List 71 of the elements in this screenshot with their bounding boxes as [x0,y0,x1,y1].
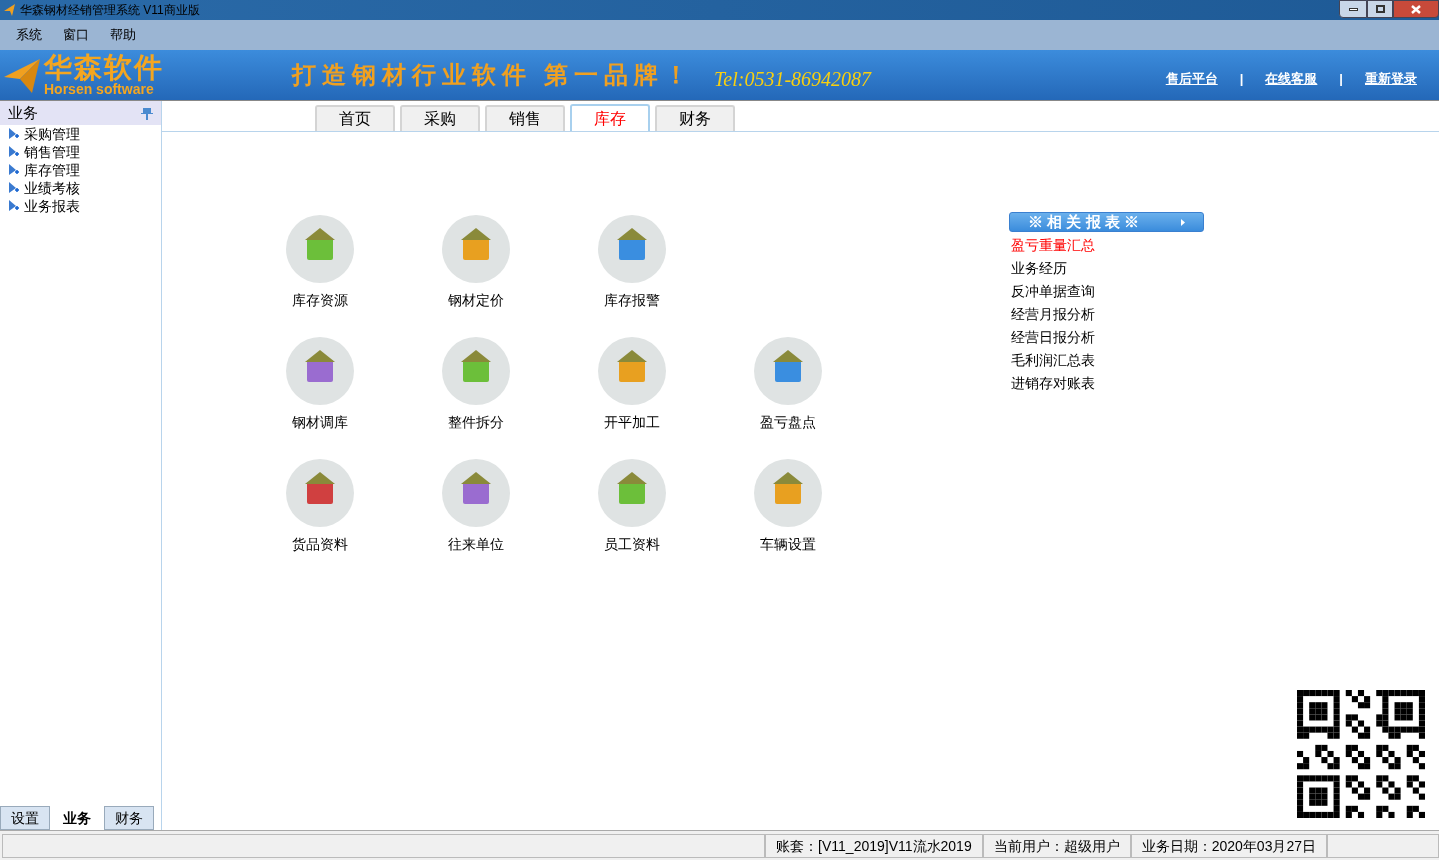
logo-subtitle: Horsen software [44,82,154,96]
report-link[interactable]: 经营月报分析 [1009,304,1204,327]
pin-icon[interactable] [141,106,153,120]
report-link[interactable]: 盈亏重量汇总 [1009,235,1204,258]
expand-arrow-icon [8,200,20,212]
report-link[interactable]: 进销存对账表 [1009,373,1204,396]
module-shortcut[interactable]: 货品资料 [242,458,398,558]
module-icon [597,214,667,284]
report-link[interactable]: 业务经历 [1009,258,1204,281]
sidebar-tab[interactable]: 财务 [104,806,154,830]
tree-item[interactable]: 业绩考核 [0,179,161,197]
module-shortcut[interactable]: 库存资源 [242,214,398,314]
tab[interactable]: 采购 [400,105,480,131]
expand-arrow-icon [8,128,20,140]
sidebar-tab[interactable]: 设置 [0,806,50,830]
module-icon [597,336,667,406]
tree-item[interactable]: 业务报表 [0,197,161,215]
report-link[interactable]: 反冲单据查询 [1009,281,1204,304]
close-icon [1411,4,1421,14]
status-field: 账套：[V11_2019]V11流水2019 [765,834,983,858]
status-field: 当前用户：超级用户 [982,834,1131,858]
module-shortcut[interactable]: 库存报警 [554,214,710,314]
module-shortcut[interactable]: 钢材调库 [242,336,398,436]
sidebar-title: 业务 [8,102,38,123]
module-shortcut[interactable]: 员工资料 [554,458,710,558]
tab[interactable]: 首页 [315,105,395,131]
module-icon [441,214,511,284]
window-title: 华森钢材经销管理系统 V11商业版 [20,2,200,19]
status-field: 业务日期：2020年03月27日 [1130,834,1327,858]
header-link[interactable]: 在线客服 [1265,69,1318,89]
restore-button[interactable] [1367,0,1393,18]
header-link[interactable]: 售后平台 [1165,69,1218,89]
separator: | [1339,70,1343,89]
expand-arrow-icon [8,182,20,194]
reports-header: ※ 相 关 报 表 ※ [1009,212,1204,232]
module-shortcut[interactable]: 开平加工 [554,336,710,436]
menu-item[interactable]: 系统 [16,25,42,45]
tab[interactable]: 库存 [570,104,650,131]
close-button[interactable] [1393,0,1439,18]
module-icon [285,458,355,528]
report-link[interactable]: 毛利润汇总表 [1009,350,1204,373]
module-icon [285,336,355,406]
app-logo-icon [3,3,17,17]
menu-item[interactable]: 帮助 [110,25,136,45]
minimize-button[interactable] [1339,0,1367,18]
separator: | [1239,70,1244,89]
module-icon [285,214,355,284]
module-icon [753,336,823,406]
expand-arrow-icon [8,146,20,158]
module-icon [597,458,667,528]
module-shortcut[interactable]: 整件拆分 [398,336,554,436]
tree-item[interactable]: 销售管理 [0,143,161,161]
tab[interactable]: 财务 [655,105,735,131]
module-icon [753,458,823,528]
tree-item[interactable]: 库存管理 [0,161,161,179]
logo-text: 华森软件 [44,54,164,82]
module-icon [441,336,511,406]
module-shortcut[interactable]: 往来单位 [398,458,554,558]
arrow-right-icon [1181,218,1185,226]
expand-arrow-icon [8,164,20,176]
phone-number: Tel:0531-86942087 [714,67,872,92]
menu-item[interactable]: 窗口 [63,25,89,45]
module-shortcut[interactable]: 钢材定价 [398,214,554,314]
module-icon [441,458,511,528]
header-link[interactable]: 重新登录 [1365,69,1417,89]
report-link[interactable]: 经营日报分析 [1009,327,1204,350]
module-shortcut[interactable]: 盈亏盘点 [710,336,866,436]
tree-item[interactable]: 采购管理 [0,125,161,143]
tab[interactable]: 销售 [485,105,565,131]
slogan: 打造钢材行业软件 第一品牌！ [292,61,694,90]
module-shortcut[interactable]: 车辆设置 [710,458,866,558]
